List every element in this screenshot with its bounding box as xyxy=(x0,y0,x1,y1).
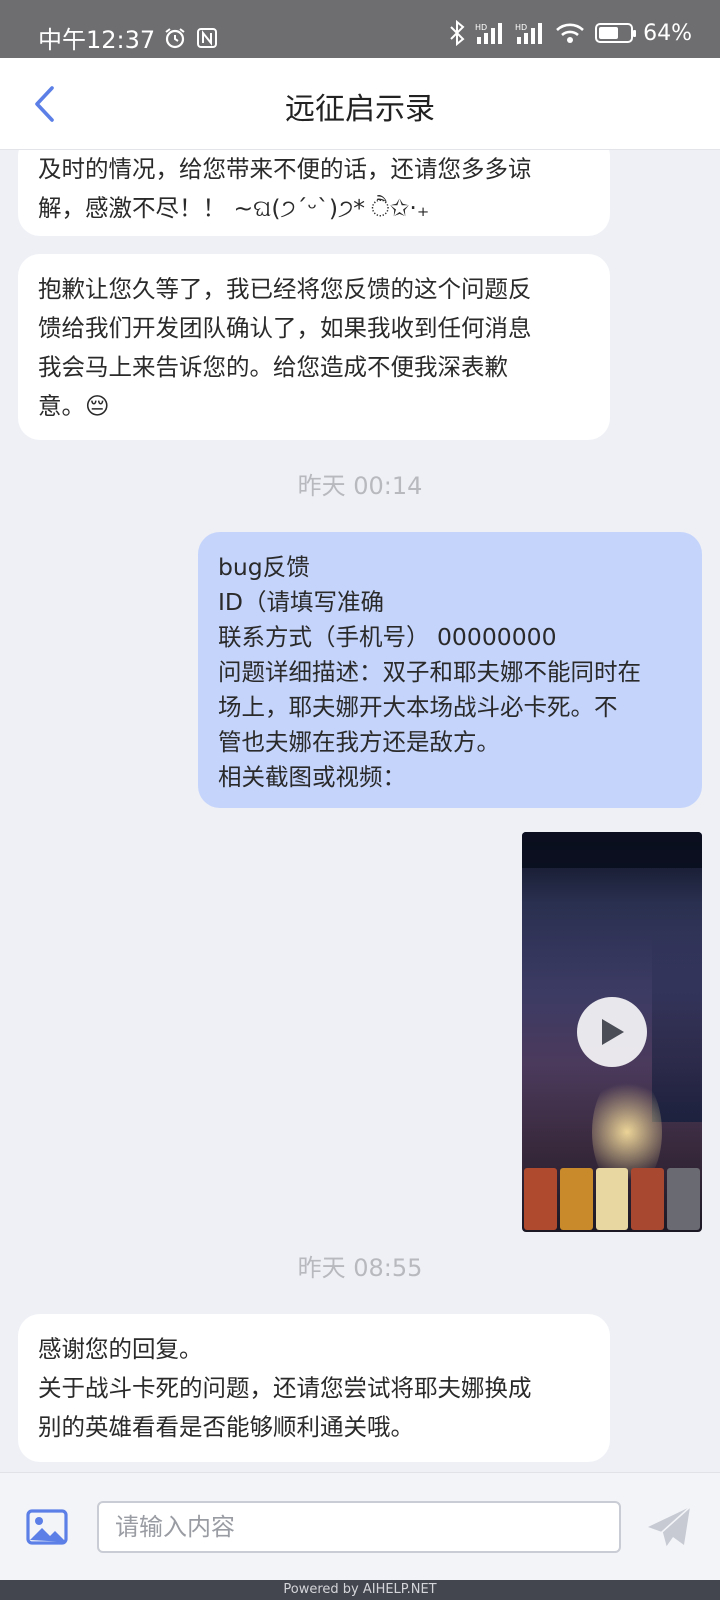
svg-text:HD: HD xyxy=(515,23,527,32)
status-right: HD HD 64% xyxy=(449,20,692,46)
message-timestamp: 昨天 08:55 xyxy=(297,1254,423,1282)
video-attachment[interactable] xyxy=(522,832,702,1232)
alarm-icon xyxy=(163,26,187,50)
page-title: 远征启示录 xyxy=(285,92,435,127)
bluetooth-icon xyxy=(449,20,465,46)
battery-icon xyxy=(595,23,637,43)
message-timestamp: 昨天 00:14 xyxy=(297,472,423,500)
play-icon xyxy=(602,1019,624,1045)
wifi-icon xyxy=(555,21,585,45)
hero-card xyxy=(524,1168,557,1230)
agent-message: 抱歉让您久等了，我已经将您反馈的这个问题反 馈给我们开发团队确认了，如果我收到任… xyxy=(18,254,610,440)
image-icon xyxy=(26,1509,68,1545)
send-icon xyxy=(648,1506,691,1548)
hero-card xyxy=(667,1168,700,1230)
play-button[interactable] xyxy=(577,997,647,1067)
nfc-icon xyxy=(195,26,219,50)
signal-hd-1-icon: HD xyxy=(475,21,505,45)
send-button[interactable] xyxy=(646,1503,694,1551)
status-left: 中午12:37 xyxy=(38,20,219,55)
powered-by-footer: Powered by AIHELP.NET xyxy=(0,1580,720,1600)
battery-level xyxy=(599,27,619,39)
status-bar: 中午12:37 HD HD 64% xyxy=(0,0,720,58)
svg-text:HD: HD xyxy=(475,23,487,32)
signal-hd-2-icon: HD xyxy=(515,21,545,45)
attach-image-button[interactable] xyxy=(26,1509,68,1545)
video-thumbnail-scenery xyxy=(652,932,702,1122)
status-time: 中午12:37 xyxy=(38,26,156,54)
composer xyxy=(0,1472,720,1580)
battery-percent: 64% xyxy=(643,20,692,46)
user-message: bug反馈 ID（请填写准确 联系方式（手机号） 00000000 问题详细描述… xyxy=(198,532,702,808)
message-input[interactable] xyxy=(97,1501,621,1553)
agent-message: 感谢您的回复。 关于战斗卡死的问题，还请您尝试将耶夫娜换成 别的英雄看看是否能够… xyxy=(18,1314,610,1462)
message-list[interactable]: 及时的情况，给您带来不便的话，还请您多多谅 解，感激不尽！！ ~ଘ(੭ˊᵕˋ)੭… xyxy=(0,150,720,1472)
agent-message: 及时的情况，给您带来不便的话，还请您多多谅 解，感激不尽！！ ~ଘ(੭ˊᵕˋ)੭… xyxy=(18,150,610,236)
chat-header: 远征启示录 xyxy=(0,58,720,150)
hero-card xyxy=(595,1168,629,1230)
video-thumbnail-hud xyxy=(522,832,702,868)
hero-card xyxy=(559,1168,593,1230)
hero-card xyxy=(631,1168,665,1230)
video-thumbnail-hero-cards xyxy=(522,1166,702,1232)
